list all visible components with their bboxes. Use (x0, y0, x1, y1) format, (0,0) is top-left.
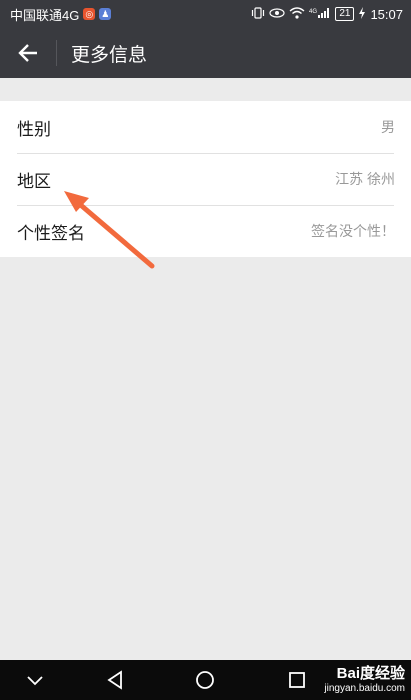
row-label: 地区 (17, 171, 51, 191)
clock: 15:07 (370, 6, 403, 22)
row-region[interactable]: 地区 江苏 徐州 (0, 153, 411, 205)
row-value: 江苏 徐州 (335, 171, 395, 187)
home-circle-icon (196, 671, 214, 689)
svg-text:4G: 4G (309, 9, 317, 15)
info-list: 性别 男 地区 江苏 徐州 个性签名 签名没个性！ (0, 101, 411, 257)
back-arrow-icon (18, 44, 37, 62)
nav-home-button[interactable] (188, 660, 222, 700)
nav-recents-button[interactable] (282, 660, 312, 700)
chevron-down-icon (27, 676, 43, 686)
row-signature[interactable]: 个性签名 签名没个性！ (0, 205, 411, 257)
charging-icon (358, 7, 366, 21)
back-triangle-icon (107, 670, 122, 690)
row-label: 性别 (17, 119, 51, 139)
watermark-url: jingyan.baidu.com (324, 683, 405, 694)
hide-nav-button[interactable] (18, 660, 52, 700)
recents-square-icon (289, 672, 305, 688)
nav-bar: Bai度经验 jingyan.baidu.com (0, 660, 411, 700)
battery-icon: 21 (335, 7, 355, 21)
row-label: 个性签名 (17, 223, 85, 243)
carrier-label: 中国联通4G (10, 7, 80, 23)
eye-icon (269, 7, 285, 21)
row-value: 签名没个性！ (311, 223, 395, 239)
vibrate-icon (251, 7, 265, 21)
page-title: 更多信息 (71, 44, 148, 66)
app-bar: 更多信息 (0, 28, 411, 78)
signal-icon: 4G (309, 7, 331, 21)
watermark-brand: Bai度经验 (336, 665, 405, 682)
baidu-watermark: Bai度经验 jingyan.baidu.com (324, 662, 405, 694)
row-value: 男 (381, 119, 395, 135)
status-right: 4G 21 15:07 (251, 7, 403, 22)
qq-icon: ♟ (99, 8, 112, 20)
weibo-icon: ◎ (83, 8, 96, 20)
title-divider (56, 40, 57, 66)
status-left: 中国联通4G ◎ ♟ (10, 5, 112, 24)
wifi-icon (289, 7, 305, 21)
nav-back-button[interactable] (98, 660, 132, 700)
row-gender[interactable]: 性别 男 (0, 101, 411, 153)
status-bar: 中国联通4G ◎ ♟ 4G 21 15:07 (0, 0, 411, 28)
back-button[interactable] (0, 28, 56, 78)
